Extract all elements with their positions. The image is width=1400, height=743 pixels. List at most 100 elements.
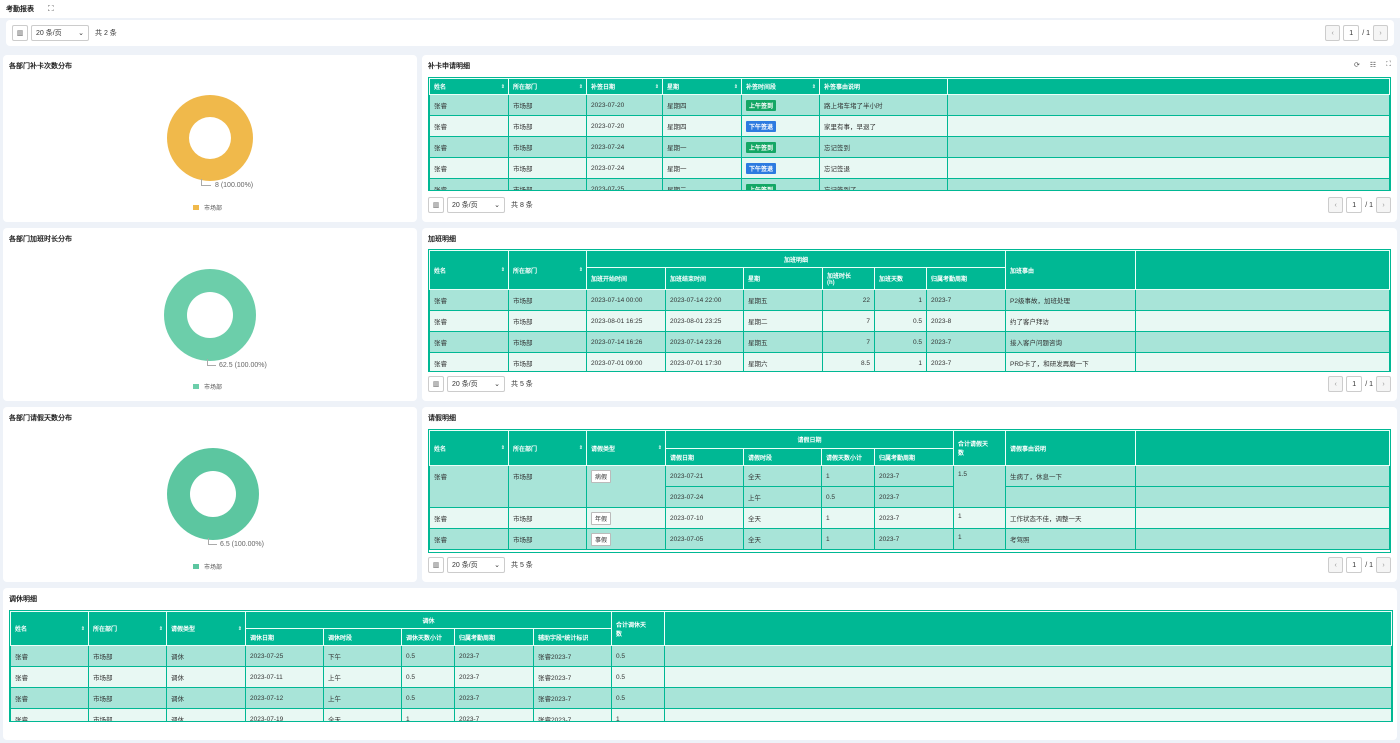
table-row[interactable]: 张睿 市场部 2023-07-20 星期四 上午签到 路上堵车堵了半小时 xyxy=(429,94,1390,116)
column-settings-icon[interactable]: ▥ xyxy=(12,25,28,41)
page-size-select[interactable]: 20 条/页 ⌄ xyxy=(447,197,505,213)
page-size-select[interactable]: 20 条/页 ⌄ xyxy=(31,25,89,41)
col-header-end[interactable]: 加班结束时间 xyxy=(665,267,744,290)
col-header-dept[interactable]: 所在部门 ⇕ xyxy=(508,250,587,290)
refresh-icon[interactable]: ⟳ xyxy=(1354,61,1360,69)
sort-icon[interactable]: ⇕ xyxy=(159,626,163,632)
col-header-aux[interactable]: 辅助字段*统计标识 xyxy=(533,628,612,646)
table-row[interactable]: 张睿 市场部 2023-07-25 星期二 上午签到 忘记签到了 xyxy=(429,178,1390,190)
table-row[interactable]: 张睿 市场部 调休 2023-07-25 下午 0.5 2023-7 张睿2023-7 0.5 xyxy=(10,645,1392,667)
legend[interactable]: 市场部 xyxy=(193,562,222,571)
col-header-dept[interactable]: 所在部门 ⇕ xyxy=(508,430,587,466)
col-header-reason[interactable]: 补签事由说明 xyxy=(819,78,948,95)
col-header-weekday[interactable]: 星期 ⇕ xyxy=(662,78,742,95)
col-header-days[interactable]: 加班天数 xyxy=(874,267,927,290)
sort-icon[interactable]: ⇕ xyxy=(658,445,662,451)
legend[interactable]: 市场部 xyxy=(193,382,222,391)
col-header-dept[interactable]: 所在部门 ⇕ xyxy=(88,611,167,646)
table-row[interactable]: 张睿 市场部 2023-07-20 星期四 下午签退 家里有事，早退了 xyxy=(429,115,1390,137)
legend[interactable]: 市场部 xyxy=(193,203,222,212)
sort-icon[interactable]: ⇕ xyxy=(579,445,583,451)
rest-table-viewport[interactable]: 姓名 ⇕ 所在部门 ⇕ 请假类型 ⇕ 调休 合计调休天数 调休日期 调休时段 调休天数… xyxy=(9,610,1393,722)
sort-icon[interactable]: ⇕ xyxy=(501,84,505,90)
next-page-button[interactable]: › xyxy=(1373,25,1388,41)
table-row[interactable]: 张睿 市场部 事假 2023-07-05 全天 1 2023-7 1 考驾照 xyxy=(429,528,1390,550)
page-number[interactable]: 1 xyxy=(1346,197,1363,213)
fullscreen-icon[interactable]: ⛶ xyxy=(1386,61,1391,69)
col-header-total[interactable]: 合计调休天数 xyxy=(611,611,665,646)
prev-page-button[interactable]: ‹ xyxy=(1328,557,1344,573)
col-header-days[interactable]: 请假天数小计 xyxy=(821,448,875,466)
col-header-weekday[interactable]: 星期 xyxy=(743,267,823,290)
header-label: 合计请假天 xyxy=(958,442,989,448)
col-header-period[interactable]: 补签时间段 ⇕ xyxy=(741,78,820,95)
col-header-date[interactable]: 补签日期 ⇕ xyxy=(586,78,663,95)
column-settings-icon[interactable]: ☷ xyxy=(1370,61,1376,69)
prev-page-button[interactable]: ‹ xyxy=(1328,197,1344,213)
leave-table-viewport[interactable]: 姓名 ⇕ 所在部门 ⇕ 请假类型 ⇕ 请假日期 合计请假天数 请假事由说明 请假日期 … xyxy=(428,429,1391,553)
col-header-cycle[interactable]: 归属考勤周期 xyxy=(454,628,534,646)
sort-icon[interactable]: ⇕ xyxy=(655,84,659,90)
col-header-start[interactable]: 加班开始时间 xyxy=(586,267,666,290)
column-settings-icon[interactable]: ▥ xyxy=(428,376,444,392)
fullscreen-icon[interactable]: ⛶ xyxy=(48,4,54,14)
col-header-type[interactable]: 请假类型 ⇕ xyxy=(586,430,666,466)
col-header-period[interactable]: 调休时段 xyxy=(323,628,402,646)
next-page-button[interactable]: › xyxy=(1376,197,1391,213)
table-row[interactable]: 张睿 市场部 2023-07-01 09:00 2023-07-01 17:30 星期六… xyxy=(429,352,1390,371)
sort-icon[interactable]: ⇕ xyxy=(579,84,583,90)
table-row[interactable]: 张睿 市场部 2023-08-01 16:25 2023-08-01 23:25 星期二… xyxy=(429,310,1390,332)
table-row[interactable]: 张睿 市场部 调休 2023-07-11 上午 0.5 2023-7 张睿2023-7 0.5 xyxy=(10,666,1392,688)
col-header-date[interactable]: 调休日期 xyxy=(245,628,324,646)
sort-icon[interactable]: ⇕ xyxy=(734,84,738,90)
col-header-reason[interactable]: 请假事由说明 xyxy=(1005,430,1137,466)
table-row[interactable]: 张睿 市场部 2023-07-14 00:00 2023-07-14 22:00 星期五… xyxy=(429,289,1390,311)
sort-icon[interactable]: ⇕ xyxy=(501,267,505,273)
sort-icon[interactable]: ⇕ xyxy=(812,84,816,90)
column-settings-icon[interactable]: ▥ xyxy=(428,557,444,573)
col-header-reason[interactable]: 加班事由 xyxy=(1005,250,1137,290)
table-row[interactable]: 张睿 市场部 调休 2023-07-19 全天 1 2023-7 张睿2023-7 1 xyxy=(10,708,1392,721)
col-header-days[interactable]: 调休天数小计 xyxy=(401,628,455,646)
table-row[interactable]: 张睿 市场部 调休 2023-07-12 上午 0.5 2023-7 张睿2023-7 0.5 xyxy=(10,687,1392,709)
next-page-button[interactable]: › xyxy=(1376,557,1391,573)
col-header-period[interactable]: 请假时段 xyxy=(743,448,822,466)
sort-icon[interactable]: ⇕ xyxy=(81,626,85,632)
table-tools: ⟳ ☷ ⛶ xyxy=(1354,61,1391,69)
table-row[interactable]: 张睿 市场部 2023-07-14 16:26 2023-07-14 23:26 星期五… xyxy=(429,331,1390,353)
cell-days: 1 xyxy=(821,465,875,487)
col-header-cycle[interactable]: 归属考勤周期 xyxy=(873,448,955,466)
col-header-name[interactable]: 姓名 ⇕ xyxy=(429,430,509,466)
slice-label: 6.5 (100.00%) xyxy=(220,541,264,548)
table-row[interactable]: 张睿 市场部 2023-07-24 星期一 下午签退 忘记签退 xyxy=(429,157,1390,179)
cell-name: 张睿 xyxy=(429,94,509,116)
col-header-name[interactable]: 姓名 ⇕ xyxy=(10,611,89,646)
table-row[interactable]: 张睿 市场部 年假 2023-07-10 全天 1 2023-7 1 工作状态不佳，调整一天 xyxy=(429,507,1390,529)
table-row[interactable]: 张睿 市场部 病假 2023-07-21 全天 1 2023-7 1.5 生病了，休息一下 xyxy=(429,465,1390,508)
page-number[interactable]: 1 xyxy=(1346,376,1363,392)
table-row[interactable]: 张睿 市场部 2023-07-24 星期一 上午签到 忘记签到 xyxy=(429,136,1390,158)
group-header: 加班明细 xyxy=(585,250,1007,268)
col-header-name[interactable]: 姓名 ⇕ xyxy=(429,78,509,95)
sort-icon[interactable]: ⇕ xyxy=(501,445,505,451)
page-size-select[interactable]: 20 条/页 ⌄ xyxy=(447,376,505,392)
col-header-name[interactable]: 姓名 ⇕ xyxy=(429,250,509,290)
prev-page-button[interactable]: ‹ xyxy=(1328,376,1344,392)
overtime-table-viewport[interactable]: 姓名 ⇕ 所在部门 ⇕ 加班明细 加班事由 加班开始时间 加班结束时间 星期 加班时… xyxy=(428,249,1391,372)
col-header-date[interactable]: 请假日期 xyxy=(665,448,744,466)
page-number[interactable]: 1 xyxy=(1346,557,1363,573)
prev-page-button[interactable]: ‹ xyxy=(1325,25,1341,41)
col-header-cycle[interactable]: 归属考勤周期 xyxy=(925,267,1007,290)
col-header-total[interactable]: 合计请假天数 xyxy=(953,430,1007,466)
cell-reason: P2级事故，加班处理 xyxy=(1005,289,1137,311)
page-number[interactable]: 1 xyxy=(1343,25,1360,41)
col-header-hours[interactable]: 加班时长 (h) xyxy=(822,267,875,290)
column-settings-icon[interactable]: ▥ xyxy=(428,197,444,213)
sort-icon[interactable]: ⇕ xyxy=(579,267,583,273)
sort-icon[interactable]: ⇕ xyxy=(238,626,242,632)
col-header-type[interactable]: 请假类型 ⇕ xyxy=(166,611,246,646)
page-size-select[interactable]: 20 条/页 ⌄ xyxy=(447,557,505,573)
col-header-dept[interactable]: 所在部门 ⇕ xyxy=(508,78,587,95)
next-page-button[interactable]: › xyxy=(1376,376,1391,392)
makeup-table-viewport[interactable]: 姓名 ⇕ 所在部门 ⇕ 补签日期 ⇕ 星期 ⇕ 补签时间段 ⇕ 补签事由说明 张睿 市场部 2… xyxy=(428,77,1391,191)
